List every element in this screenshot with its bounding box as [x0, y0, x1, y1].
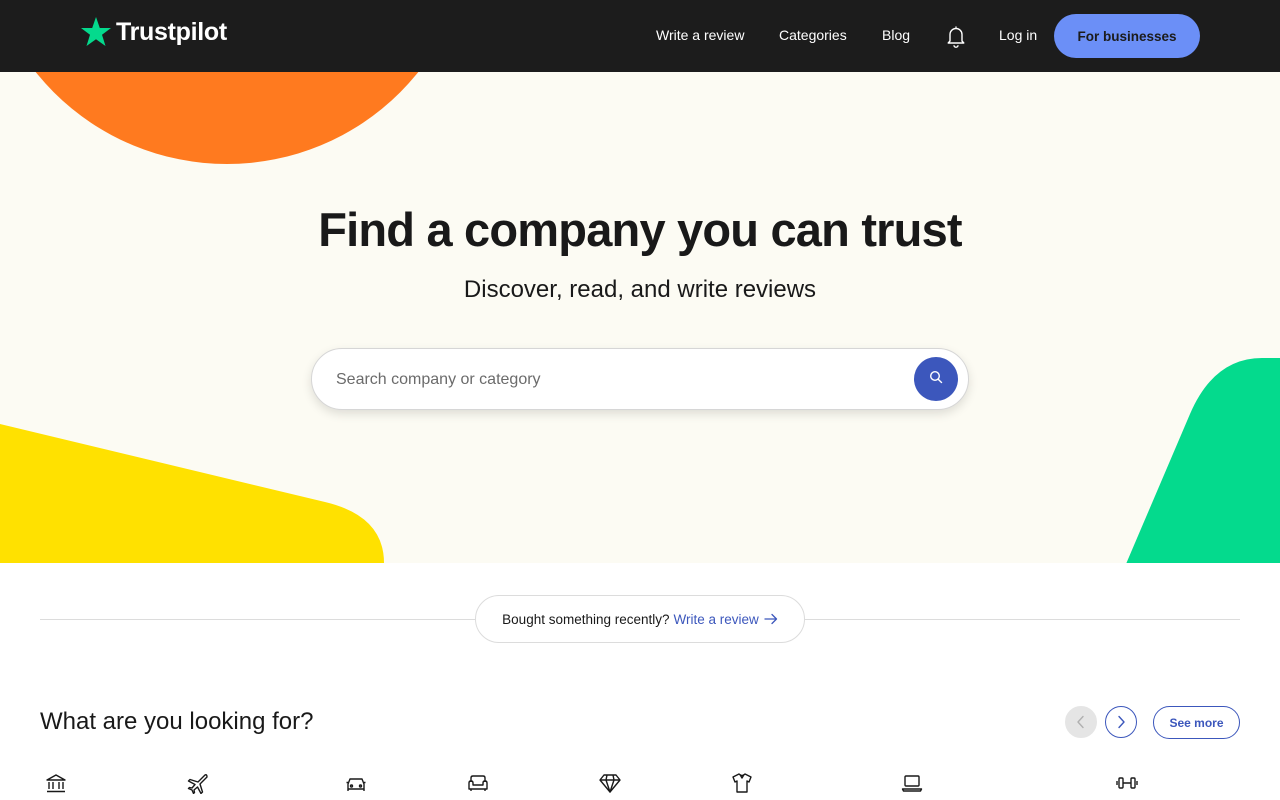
trustpilot-logo[interactable]: Trustpilot: [80, 16, 227, 48]
see-more-button[interactable]: See more: [1153, 706, 1240, 739]
search-button[interactable]: [914, 357, 958, 401]
top-navigation-bar: Trustpilot Write a review Categories Blo…: [0, 0, 1280, 72]
decorative-orange-shape: [0, 72, 472, 164]
star-icon: [80, 16, 112, 48]
airplane-icon[interactable]: [186, 772, 208, 794]
write-review-prompt: Bought something recently? Write a revie…: [475, 595, 805, 643]
write-review-link[interactable]: Write a review: [674, 612, 778, 627]
for-businesses-button[interactable]: For businesses: [1054, 14, 1200, 58]
bank-icon[interactable]: [45, 772, 67, 794]
categories-section-title: What are you looking for?: [40, 708, 314, 735]
chevron-left-icon: [1077, 715, 1084, 729]
nav-categories[interactable]: Categories: [779, 26, 847, 44]
hero-title: Find a company you can trust: [318, 203, 962, 256]
decorative-green-shape: [1120, 358, 1280, 563]
recent-purchase-text: Bought something recently?: [502, 611, 670, 627]
shirt-icon[interactable]: [731, 772, 753, 794]
carousel-next-button[interactable]: [1105, 706, 1137, 738]
carousel-prev-button[interactable]: [1065, 706, 1097, 738]
logo-text: Trustpilot: [116, 17, 227, 46]
decorative-yellow-shape: [0, 424, 400, 563]
nav-blog[interactable]: Blog: [882, 26, 910, 44]
sofa-icon[interactable]: [467, 772, 489, 794]
chevron-right-icon: [1118, 715, 1125, 729]
bell-icon[interactable]: [944, 24, 968, 48]
search-input[interactable]: [334, 361, 898, 399]
nav-login[interactable]: Log in: [999, 26, 1037, 44]
arrow-right-icon: [764, 613, 777, 625]
write-review-link-label: Write a review: [673, 611, 759, 627]
hero-subtitle: Discover, read, and write reviews: [463, 276, 817, 303]
dumbbell-icon[interactable]: [1116, 772, 1138, 794]
nav-write-review[interactable]: Write a review: [656, 26, 744, 44]
hero-section: Find a company you can trust Discover, r…: [0, 72, 1280, 563]
search-icon: [929, 370, 943, 389]
search-bar: [311, 348, 969, 410]
car-icon[interactable]: [345, 772, 367, 794]
diamond-icon[interactable]: [599, 772, 621, 794]
laptop-icon[interactable]: [901, 772, 923, 794]
